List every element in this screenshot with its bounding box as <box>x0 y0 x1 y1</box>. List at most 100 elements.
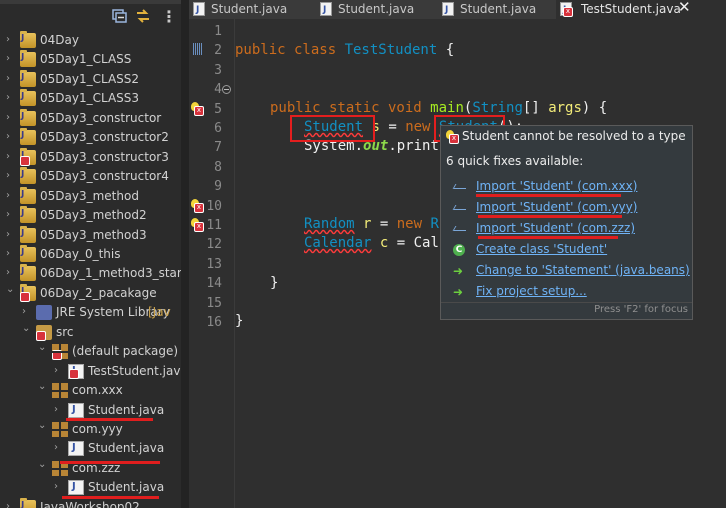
quick-fix-item[interactable]: C Create class 'Student' <box>453 241 688 259</box>
tree-source-folder[interactable]: ⌄ src <box>0 323 181 342</box>
quick-fix-label[interactable]: Fix project setup... <box>476 284 587 298</box>
line-number: 16 <box>206 315 222 330</box>
tree-project-item[interactable]: › J 05Day1_CLASS <box>0 50 181 69</box>
error-bulb-icon[interactable]: x <box>191 218 204 232</box>
error-bulb-icon[interactable]: x <box>191 198 204 213</box>
chevron-right-icon[interactable]: › <box>54 441 64 455</box>
view-menu-icon[interactable]: ⋮ <box>160 7 178 26</box>
tree-library-item[interactable]: › JRE System Library [Jav <box>0 303 181 322</box>
tree-item-label: 05Day3_constructor4 <box>40 169 169 184</box>
tree-project-item[interactable]: › J 04Day <box>0 31 181 50</box>
tree-file-item[interactable]: › J Student.java <box>0 439 181 458</box>
tree-project-item[interactable]: › J 05Day1_CLASS3 <box>0 89 181 108</box>
tree-package-item[interactable]: ⌄ com.yyy <box>0 420 181 439</box>
tree-project-item[interactable]: › J 05Day3_method <box>0 186 181 206</box>
chevron-down-icon[interactable]: ⌄ <box>38 458 48 472</box>
chevron-right-icon[interactable]: › <box>6 52 16 66</box>
tree-project-item[interactable]: › J 05Day3_constructor2 <box>0 128 181 147</box>
quick-fix-label[interactable]: Import 'Student' (com.zzz) <box>476 221 635 235</box>
quick-fix-item[interactable]: ➜ Change to 'Statement' (java.beans) <box>453 262 690 280</box>
quick-fix-label[interactable]: Change to 'Statement' (java.beans) <box>476 263 690 277</box>
line-number: 3 <box>214 62 222 78</box>
tree-item-label: 06Day_2_pacakage <box>40 285 157 300</box>
chevron-down-icon[interactable]: ⌄ <box>38 341 48 355</box>
chevron-right-icon[interactable]: › <box>22 305 32 319</box>
tree-project-item[interactable]: › J 05Day1_CLASS2 <box>0 69 181 89</box>
error-message: Student cannot be resolved to a type <box>462 129 686 143</box>
chevron-right-icon[interactable]: › <box>6 247 16 261</box>
annotation-box-student-type <box>290 115 375 142</box>
tree-package-item[interactable]: ⌄ (default package) <box>0 342 181 361</box>
tree-file-item[interactable]: › J TestStudent.java <box>0 362 181 381</box>
pane-divider[interactable] <box>181 0 189 508</box>
tab-student-java-2[interactable]: J Student.java <box>316 0 436 19</box>
tree-item-label: Student.java <box>88 480 165 495</box>
chevron-down-icon[interactable]: ⌄ <box>22 322 32 336</box>
chevron-right-icon[interactable]: › <box>6 130 16 144</box>
java-project-icon: J <box>20 50 36 68</box>
tree-package-item[interactable]: ⌄ com.xxx <box>0 381 181 400</box>
chevron-down-icon[interactable]: ⌄ <box>38 380 48 394</box>
tree-project-item[interactable]: › J 05Day3_method3 <box>0 225 181 245</box>
line-number: 7 <box>214 140 222 156</box>
chevron-right-icon[interactable]: › <box>54 364 64 378</box>
chevron-down-icon[interactable]: ⌄ <box>38 419 48 433</box>
link-with-editor-icon[interactable] <box>134 7 152 25</box>
tree-project-item[interactable]: › J 05Day3_constructor3 <box>0 147 181 167</box>
collapse-all-icon[interactable] <box>111 7 129 25</box>
chevron-right-icon[interactable]: › <box>6 208 16 222</box>
line-number: 9 <box>214 179 222 195</box>
code-editor: J Student.java J Student.java J Student.… <box>189 0 726 508</box>
close-icon[interactable]: ✕ <box>678 0 691 16</box>
tree-project-item[interactable]: › J 06Day_0_this <box>0 244 181 264</box>
package-icon <box>52 422 68 437</box>
tab-student-java-1[interactable]: J Student.java <box>189 0 309 19</box>
quick-fix-header: x Student cannot be resolved to a type <box>441 126 692 148</box>
chevron-right-icon[interactable]: › <box>6 91 16 105</box>
tree-project-item[interactable]: ⌄ J 06Day_2_pacakage <box>0 283 181 303</box>
line-number: 13 <box>206 256 222 272</box>
tab-teststudent-java[interactable]: Jx TestStudent.java ✕ <box>556 0 726 19</box>
line-number: 4 <box>214 82 222 98</box>
tree-project-item[interactable]: › J 05Day3_constructor <box>0 108 181 128</box>
quick-fix-label[interactable]: Create class 'Student' <box>476 242 607 256</box>
chevron-right-icon[interactable]: › <box>6 500 16 508</box>
java-file-error-icon: Jx <box>560 2 573 17</box>
code-line-10: Random r = new R <box>304 216 439 232</box>
fold-collapse-icon[interactable] <box>222 85 231 95</box>
tree-project-item[interactable]: › J JavaWorkshop02 <box>0 497 181 508</box>
tab-student-java-3[interactable]: J Student.java <box>438 0 558 19</box>
annotation-underline-import-zzz <box>478 236 618 239</box>
tree-project-item[interactable]: › J 05Day3_method2 <box>0 206 181 225</box>
quick-fix-label[interactable]: Import 'Student' (com.xxx) <box>476 179 637 193</box>
chevron-right-icon[interactable]: › <box>6 72 16 86</box>
tree-file-item[interactable]: › J Student.java <box>0 401 181 420</box>
chevron-right-icon[interactable]: › <box>54 403 64 417</box>
quick-fix-item[interactable]: ➜ Fix project setup... <box>453 283 688 301</box>
chevron-right-icon[interactable]: › <box>6 266 16 280</box>
line-number: 14 <box>206 276 222 292</box>
java-project-icon: J <box>20 108 36 126</box>
java-project-icon: J <box>20 497 36 508</box>
chevron-right-icon[interactable]: › <box>6 169 16 183</box>
java-project-icon: J <box>20 89 36 107</box>
tree-item-label: 06Day_1_method3_start <box>40 266 181 281</box>
quick-fix-label[interactable]: Import 'Student' (com.yyy) <box>476 200 637 214</box>
chevron-right-icon[interactable]: › <box>54 480 64 494</box>
tree-project-item[interactable]: › J 06Day_1_method3_start <box>0 264 181 283</box>
chevron-right-icon[interactable]: › <box>6 111 16 125</box>
tab-label: Student.java <box>460 2 537 16</box>
tree-item-label: TestStudent.java <box>88 363 181 378</box>
line-number: 8 <box>214 159 222 175</box>
java-file-icon: J <box>68 363 84 379</box>
tree-project-item[interactable]: › J 05Day3_constructor4 <box>0 167 181 186</box>
error-bulb-icon[interactable]: x <box>191 101 204 116</box>
chevron-right-icon[interactable]: › <box>6 33 16 47</box>
chevron-down-icon[interactable]: ⌄ <box>6 283 16 297</box>
chevron-right-icon[interactable]: › <box>6 150 16 164</box>
tree-file-item[interactable]: › J Student.java <box>0 478 181 497</box>
chevron-right-icon[interactable]: › <box>6 189 16 203</box>
tree-item-label: 04Day <box>40 33 79 47</box>
tree-item-label: 05Day3_method <box>40 188 139 203</box>
chevron-right-icon[interactable]: › <box>6 228 16 242</box>
